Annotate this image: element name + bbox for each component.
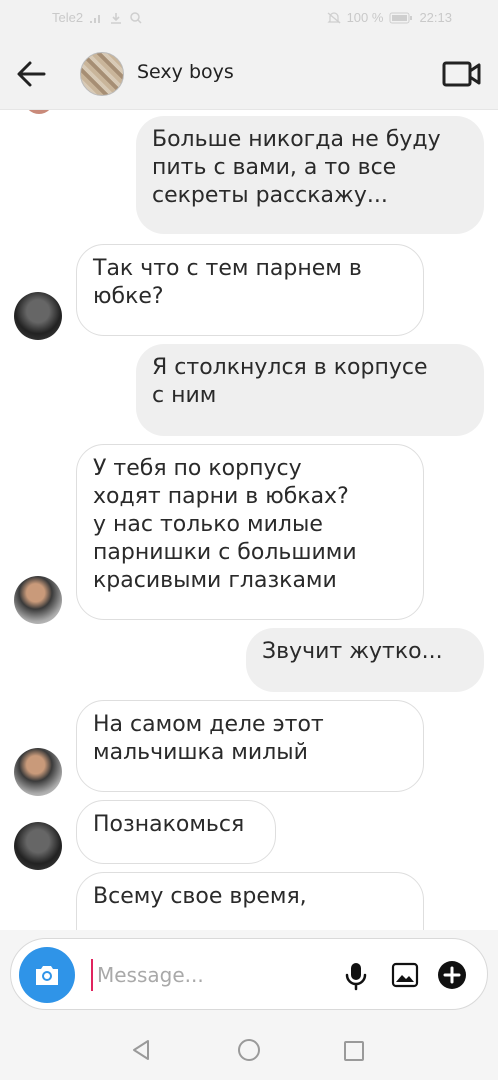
message-line: с ним [152, 383, 217, 408]
message-line: красивыми глазками [93, 568, 337, 593]
message-list[interactable]: Больше никогда не буду пить с вами, а то… [0, 110, 498, 930]
signal-icon [90, 14, 101, 23]
plus-circle-icon [438, 961, 466, 989]
system-nav-bar [0, 1020, 498, 1080]
avatar[interactable] [14, 748, 62, 796]
message-line: парнишки с большими [93, 540, 357, 565]
chat-header: Sexy boys [0, 38, 498, 110]
message-line: юбке? [93, 284, 164, 309]
nav-back-icon [133, 1040, 149, 1060]
nav-recents-button[interactable] [343, 1040, 365, 1066]
message-line: Я столкнулся в корпусе [152, 355, 428, 380]
image-icon [391, 962, 419, 988]
avatar[interactable] [14, 576, 62, 624]
message-line: мальчишка милый [93, 740, 308, 765]
message-line: у нас только милые [93, 512, 323, 537]
message-line: секреты расскажу... [152, 183, 388, 208]
message-line: На самом деле этот [93, 712, 324, 737]
nav-home-icon [238, 1039, 260, 1061]
nav-home-button[interactable] [237, 1038, 261, 1066]
message-line: Всему свое время, [93, 884, 307, 909]
message-line: Больше никогда не буду [152, 127, 441, 152]
battery-percent: 100 % [346, 10, 384, 25]
avatar[interactable] [14, 822, 62, 870]
video-call-button[interactable] [442, 60, 482, 88]
microphone-icon [345, 963, 367, 991]
gallery-button[interactable] [391, 961, 419, 989]
message-bubble-outgoing[interactable]: Я столкнулся в корпусе с ним [136, 344, 484, 436]
avatar[interactable] [14, 292, 62, 340]
message-line: Познакомься [93, 812, 245, 837]
group-avatar[interactable] [80, 52, 124, 96]
message-bubble-incoming[interactable]: У тебя по корпусу ходят парни в юбках? у… [76, 444, 424, 620]
status-bar: Tele2 100 % 22:13 [0, 0, 498, 38]
clock: 22:13 [419, 10, 452, 25]
message-bubble-outgoing[interactable]: Больше никогда не буду пить с вами, а то… [136, 116, 484, 234]
video-camera-icon [442, 61, 481, 87]
download-icon [111, 12, 122, 24]
mute-icon [327, 11, 341, 23]
chat-title[interactable]: Sexy boys [137, 61, 234, 83]
composer-bar [0, 930, 498, 1020]
search-icon [130, 11, 142, 24]
message-bubble-outgoing[interactable]: Звучит жутко... [246, 628, 484, 692]
message-bubble-incoming[interactable]: На самом деле этот мальчишка милый [76, 700, 424, 792]
back-button[interactable] [14, 58, 48, 90]
message-line: ходят парни в юбках? [93, 484, 349, 509]
status-right: 100 % 22:13 [327, 10, 452, 25]
message-line: Звучит жутко... [262, 639, 443, 664]
microphone-button[interactable] [344, 961, 368, 991]
camera-button[interactable] [19, 947, 75, 1003]
nav-back-button[interactable] [130, 1038, 154, 1066]
status-left: Tele2 [52, 10, 143, 25]
composer [10, 938, 488, 1010]
nav-recents-icon [344, 1041, 364, 1061]
avatar [24, 110, 54, 114]
message-bubble-incoming[interactable]: Познакомься [76, 800, 276, 864]
message-bubble-incoming[interactable]: Всему свое время, [76, 872, 424, 930]
message-line: У тебя по корпусу [93, 456, 302, 481]
add-button[interactable] [437, 960, 467, 990]
arrow-left-icon [17, 61, 46, 87]
battery-icon [389, 12, 413, 23]
message-line: Так что с тем парнем в [93, 256, 362, 281]
camera-icon [36, 966, 58, 985]
message-line: пить с вами, а то все [152, 155, 397, 180]
message-bubble-incoming[interactable]: Так что с тем парнем в юбке? [76, 244, 424, 336]
carrier-label: Tele2 [52, 10, 84, 25]
message-input[interactable] [91, 959, 321, 991]
